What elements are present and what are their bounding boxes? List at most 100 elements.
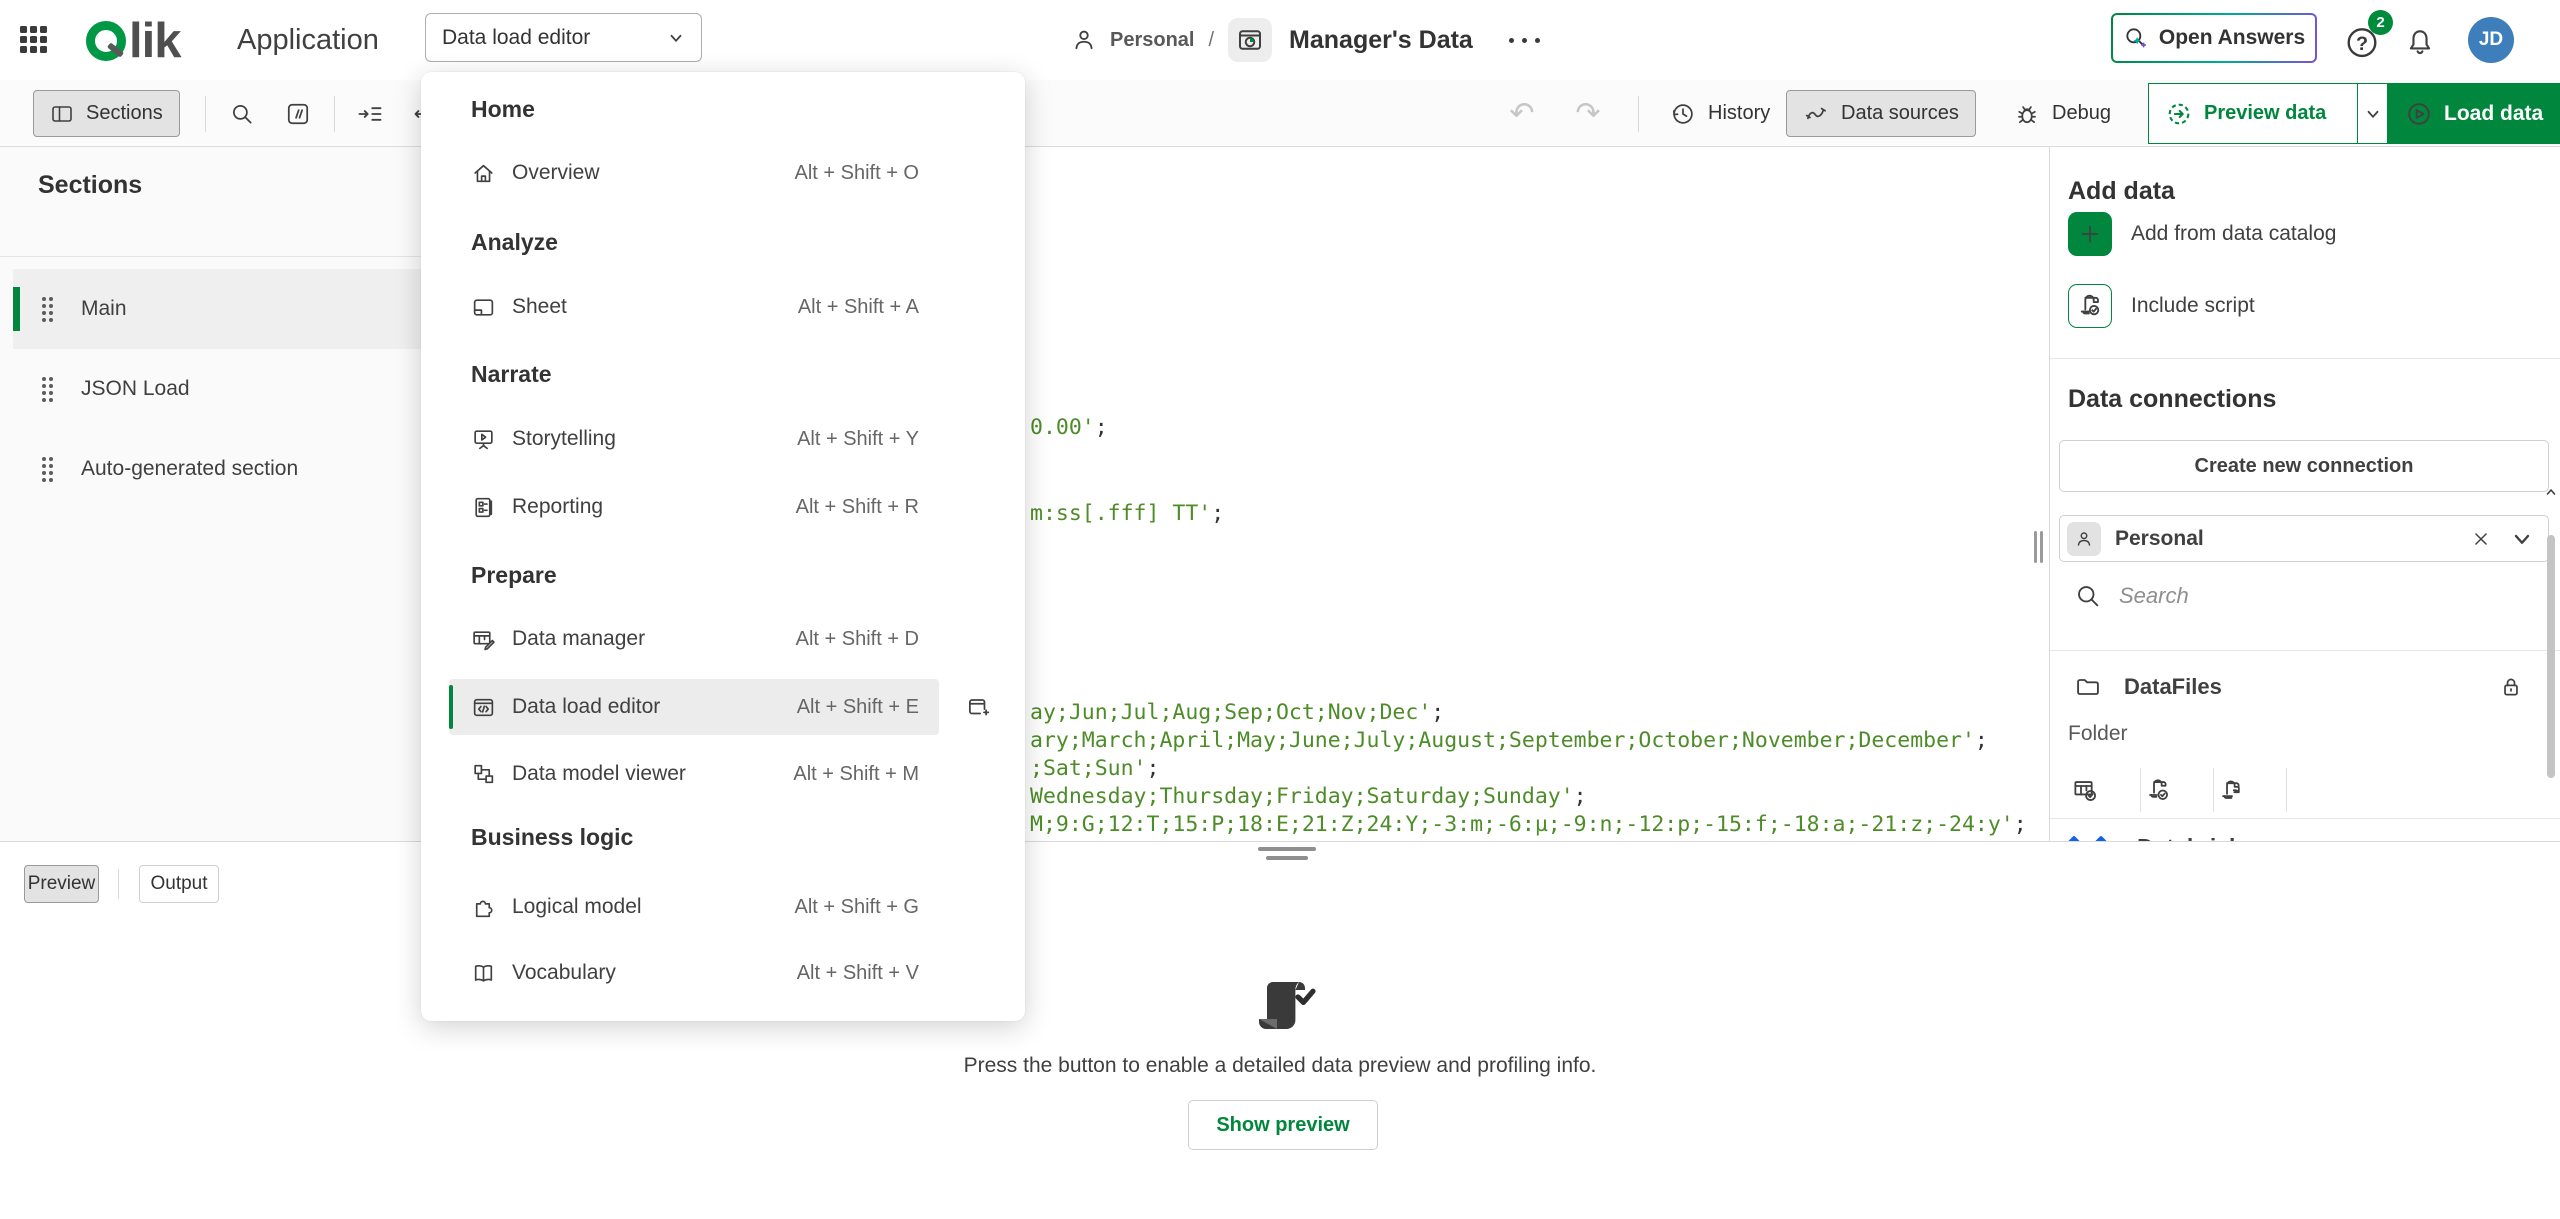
chevron-down-icon[interactable] xyxy=(2510,527,2534,551)
code-line: Wednesday;Thursday;Friday;Saturday;Sunda… xyxy=(1030,783,1587,811)
drag-handle-icon[interactable] xyxy=(42,297,55,322)
add-data-panel: Add data Add from data catalog Include s… xyxy=(2049,147,2560,847)
menu-item-shortcut: Alt + Shift + V xyxy=(797,962,919,985)
right-panel-scrollbar[interactable] xyxy=(2545,487,2557,847)
history-button[interactable]: History xyxy=(1656,90,1784,137)
debug-label: Debug xyxy=(2052,102,2111,125)
preview-data-icon xyxy=(2165,100,2193,128)
indent-button[interactable] xyxy=(350,94,390,134)
sections-toggle-label: Sections xyxy=(86,102,163,125)
search-button[interactable] xyxy=(222,94,262,134)
menu-item-shortcut: Alt + Shift + A xyxy=(798,296,919,319)
undo-button[interactable]: ↶ xyxy=(1502,94,1542,134)
insert-script-button[interactable] xyxy=(2141,777,2213,804)
code-line: M;9:G;12:T;15:P;18:E;21:Z;24:Y;-3:m;-6:µ… xyxy=(1030,811,2027,839)
comment-button[interactable] xyxy=(278,94,318,134)
preview-data-caret-button[interactable] xyxy=(2357,84,2387,143)
table-check-icon xyxy=(2072,777,2099,804)
menu-item-label: Logical model xyxy=(512,895,642,919)
scrollbar-thumb[interactable] xyxy=(2547,535,2555,778)
menu-item-vocabulary[interactable]: Vocabulary Alt + Shift + V xyxy=(449,941,939,1005)
connection-item-datafiles[interactable]: DataFiles xyxy=(2074,667,2544,707)
load-data-label: Load data xyxy=(2444,102,2543,126)
sections-toggle-button[interactable]: Sections xyxy=(33,90,180,137)
scroll-up-icon[interactable] xyxy=(2545,487,2557,497)
menu-item-data-load-editor[interactable]: Data load editor Alt + Shift + E xyxy=(449,679,939,735)
include-script-icon xyxy=(2068,284,2112,328)
more-options-icon[interactable] xyxy=(1501,30,1548,51)
drag-handle-icon[interactable] xyxy=(42,377,55,402)
add-from-catalog-button[interactable]: Add from data catalog xyxy=(2068,212,2336,256)
sheet-icon xyxy=(471,295,496,320)
redo-button[interactable]: ↷ xyxy=(1568,94,1608,134)
preview-empty-message: Press the button to enable a detailed da… xyxy=(0,1054,2560,1078)
include-script-button[interactable]: Include script xyxy=(2068,284,2255,328)
storytelling-icon xyxy=(471,427,496,452)
connection-name: DataFiles xyxy=(2124,674,2498,700)
preview-data-label: Preview data xyxy=(2204,102,2326,125)
section-item-label: Auto-generated section xyxy=(81,457,298,481)
create-new-connection-button[interactable]: Create new connection xyxy=(2059,440,2549,492)
code-line: 0.00'; xyxy=(1030,414,1108,442)
menu-item-logical-model[interactable]: Logical model Alt + Shift + G xyxy=(449,875,939,939)
breadcrumb-space[interactable]: Personal xyxy=(1110,29,1194,52)
space-filter-dropdown[interactable]: Personal xyxy=(2059,515,2549,562)
menu-item-overview[interactable]: Overview Alt + Shift + O xyxy=(449,141,939,205)
code-line: ;Sat;Sun'; xyxy=(1030,755,1159,783)
notification-badge: 2 xyxy=(2368,10,2393,35)
search-input[interactable] xyxy=(2117,582,2417,610)
section-item-label: Main xyxy=(81,297,127,321)
help-button[interactable]: ? 2 xyxy=(2343,22,2389,64)
notifications-button[interactable] xyxy=(2404,26,2436,58)
bell-icon xyxy=(2404,26,2436,58)
connection-search[interactable] xyxy=(2074,576,2494,616)
show-preview-label: Show preview xyxy=(1216,1114,1349,1137)
debug-button[interactable]: Debug xyxy=(2000,90,2125,137)
tab-output[interactable]: Output xyxy=(139,865,219,903)
menu-item-data-model-viewer[interactable]: Data model viewer Alt + Shift + M xyxy=(449,742,939,806)
section-item-main[interactable]: Main xyxy=(13,269,472,349)
load-data-button[interactable]: Load data xyxy=(2388,83,2560,144)
menu-item-sheet[interactable]: Sheet Alt + Shift + A xyxy=(449,275,939,339)
preview-data-button[interactable]: Preview data xyxy=(2149,84,2357,143)
add-data-title: Add data xyxy=(2068,177,2175,206)
section-item-label: JSON Load xyxy=(81,377,190,401)
menu-section-header: Home xyxy=(471,96,535,123)
menu-item-label: Data manager xyxy=(512,627,645,651)
avatar-initials: JD xyxy=(2479,29,2503,51)
page-title: Application xyxy=(237,0,379,80)
select-data-button[interactable] xyxy=(2068,777,2140,804)
connection-actions xyxy=(2068,772,2287,808)
menu-item-reporting[interactable]: Reporting Alt + Shift + R xyxy=(449,475,939,539)
clear-filter-icon[interactable] xyxy=(2470,528,2492,550)
qlik-q-icon xyxy=(86,21,126,61)
drag-handle-icon[interactable] xyxy=(42,457,55,482)
menu-item-storytelling[interactable]: Storytelling Alt + Shift + Y xyxy=(449,407,939,471)
app-launcher-icon[interactable] xyxy=(20,26,50,56)
debug-bug-icon xyxy=(2014,101,2040,127)
avatar[interactable]: JD xyxy=(2468,17,2514,63)
code-line: m:ss[.fff] TT'; xyxy=(1030,500,1224,528)
panel-resize-handle[interactable] xyxy=(2034,531,2044,563)
section-item-json-load[interactable]: JSON Load xyxy=(13,349,472,429)
tab-preview[interactable]: Preview xyxy=(24,865,99,903)
menu-section-header: Analyze xyxy=(471,229,558,256)
chevron-down-icon xyxy=(667,29,685,47)
tab-label: Preview xyxy=(28,873,96,895)
connection-type: Folder xyxy=(2068,722,2128,746)
add-from-catalog-label: Add from data catalog xyxy=(2131,222,2336,246)
data-sources-toggle-button[interactable]: Data sources xyxy=(1786,90,1976,137)
open-answers-button[interactable]: Open Answers xyxy=(2111,13,2317,63)
panel-resize-handle[interactable] xyxy=(1258,847,1316,865)
data-manager-icon xyxy=(471,627,496,652)
menu-item-data-manager[interactable]: Data manager Alt + Shift + D xyxy=(449,607,939,671)
menu-section-header: Narrate xyxy=(471,361,552,388)
show-preview-button[interactable]: Show preview xyxy=(1188,1100,1378,1150)
open-in-new-tab-button[interactable] xyxy=(953,683,1003,731)
view-selector-dropdown[interactable]: Data load editor xyxy=(425,13,702,62)
editor-toolbar: Sections ↶ ↷ History Data sources Debug … xyxy=(0,80,2560,147)
edit-connection-button[interactable] xyxy=(2214,777,2286,804)
comment-slashes-icon xyxy=(285,101,311,127)
section-item-auto-generated[interactable]: Auto-generated section xyxy=(13,429,472,509)
script-reload-icon xyxy=(2218,777,2245,804)
